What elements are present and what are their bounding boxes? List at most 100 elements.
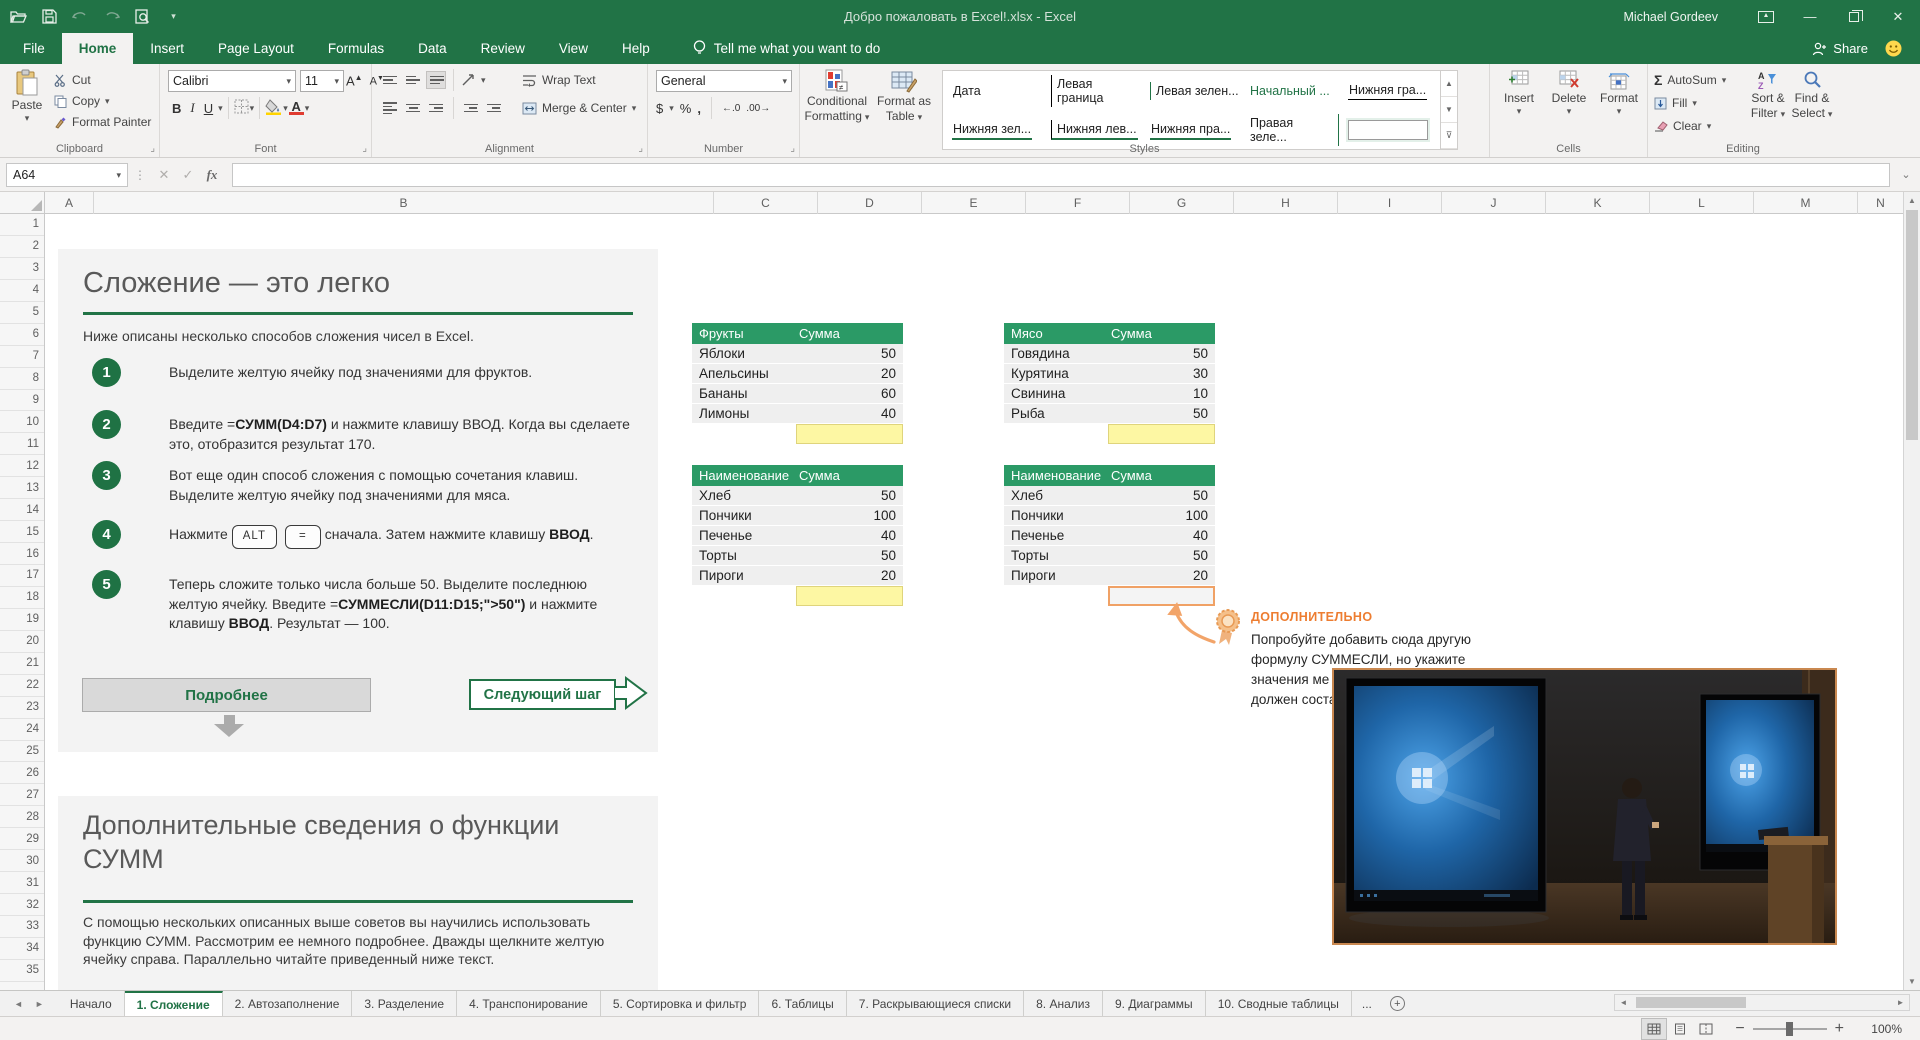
- column-header[interactable]: K: [1546, 192, 1650, 214]
- ribbon-display-options-button[interactable]: [1744, 0, 1788, 33]
- paste-button[interactable]: Paste ▾: [6, 69, 48, 122]
- row-header[interactable]: 31: [0, 872, 44, 894]
- embedded-video-player[interactable]: [1332, 668, 1837, 945]
- row-header[interactable]: 13: [0, 477, 44, 499]
- sheet-tab[interactable]: 1. Сложение: [125, 991, 223, 1016]
- increase-indent-icon[interactable]: [484, 99, 504, 117]
- ribbon-tab[interactable]: Home: [62, 33, 134, 64]
- italic-button[interactable]: I: [186, 98, 198, 118]
- format-cells-button[interactable]: Format ▾: [1596, 70, 1642, 115]
- sheet-tab[interactable]: 2. Автозаполнение: [223, 991, 353, 1016]
- row-header[interactable]: 29: [0, 828, 44, 850]
- row-header[interactable]: 15: [0, 521, 44, 543]
- sheet-tab[interactable]: 7. Раскрывающиеся списки: [847, 991, 1024, 1016]
- row-header[interactable]: 32: [0, 894, 44, 916]
- zoom-out-icon[interactable]: −: [1735, 1020, 1744, 1038]
- sheet-tab[interactable]: 10. Сводные таблицы: [1206, 991, 1352, 1016]
- column-header[interactable]: B: [94, 192, 714, 214]
- row-header[interactable]: 33: [0, 916, 44, 938]
- format-painter-button[interactable]: Format Painter: [54, 112, 151, 132]
- column-header[interactable]: A: [45, 192, 94, 214]
- column-header[interactable]: G: [1130, 192, 1234, 214]
- sheet-tab[interactable]: Начало: [58, 991, 125, 1016]
- clear-button[interactable]: Clear ▾: [1654, 116, 1711, 136]
- row-header[interactable]: 10: [0, 411, 44, 433]
- sheet-tab[interactable]: 9. Диаграммы: [1103, 991, 1206, 1016]
- row-header[interactable]: 18: [0, 587, 44, 609]
- restore-button[interactable]: [1832, 0, 1876, 33]
- font-color-button[interactable]: A: [289, 101, 304, 115]
- column-header[interactable]: I: [1338, 192, 1442, 214]
- gallery-scroll-up[interactable]: ▲: [1441, 71, 1457, 97]
- font-dialog-launcher[interactable]: ⌟: [362, 143, 367, 154]
- row-header[interactable]: 34: [0, 938, 44, 960]
- row-header[interactable]: 21: [0, 653, 44, 675]
- scroll-up-icon[interactable]: ▲: [1904, 192, 1920, 209]
- page-layout-view-button[interactable]: [1667, 1018, 1693, 1040]
- table-row[interactable]: Торты50: [692, 546, 903, 566]
- wrap-text-button[interactable]: Wrap Text: [522, 70, 596, 90]
- enter-entry-icon[interactable]: ✓: [176, 167, 200, 183]
- hscroll-track[interactable]: [1632, 995, 1892, 1010]
- ribbon-tab[interactable]: Data: [401, 33, 464, 64]
- column-header[interactable]: M: [1754, 192, 1858, 214]
- row-header[interactable]: 3: [0, 258, 44, 280]
- orientation-dropdown-icon[interactable]: ▾: [481, 76, 486, 84]
- orientation-button[interactable]: [461, 70, 478, 90]
- align-middle-icon[interactable]: [403, 71, 423, 89]
- table-row[interactable]: Печенье40: [692, 526, 903, 546]
- row-header[interactable]: 8: [0, 368, 44, 390]
- ribbon-tab[interactable]: Help: [605, 33, 667, 64]
- decrease-indent-icon[interactable]: [461, 99, 481, 117]
- column-header[interactable]: J: [1442, 192, 1546, 214]
- table-row[interactable]: Бананы60: [692, 384, 903, 404]
- row-header[interactable]: 30: [0, 850, 44, 872]
- column-header[interactable]: F: [1026, 192, 1130, 214]
- style-chip[interactable]: Левая зелен...: [1141, 71, 1240, 110]
- table-row[interactable]: Апельсины20: [692, 364, 903, 384]
- align-center-icon[interactable]: [403, 99, 423, 117]
- currency-dropdown-icon[interactable]: ▾: [669, 104, 674, 112]
- row-header[interactable]: 16: [0, 543, 44, 565]
- formula-input[interactable]: [232, 163, 1890, 187]
- scroll-down-icon[interactable]: ▼: [1904, 973, 1920, 990]
- normal-view-button[interactable]: [1641, 1018, 1667, 1040]
- style-chip[interactable]: Нижняя гра...: [1339, 71, 1438, 110]
- row-header[interactable]: 12: [0, 455, 44, 477]
- table-row[interactable]: Лимоны40: [692, 404, 903, 424]
- row-header[interactable]: 27: [0, 784, 44, 806]
- decrease-decimal-button[interactable]: .00→: [746, 103, 770, 114]
- column-header[interactable]: D: [818, 192, 922, 214]
- table-row[interactable]: Хлеб50: [1004, 486, 1215, 506]
- sheet-tab[interactable]: 4. Транспонирование: [457, 991, 601, 1016]
- find-select-button[interactable]: Find & Select▾: [1790, 70, 1834, 120]
- column-header[interactable]: L: [1650, 192, 1754, 214]
- row-header[interactable]: 14: [0, 499, 44, 521]
- sheet-tab[interactable]: 5. Сортировка и фильтр: [601, 991, 760, 1016]
- share-button[interactable]: Share: [1812, 33, 1868, 64]
- row-header[interactable]: 17: [0, 565, 44, 587]
- autosum-button[interactable]: Σ AutoSum ▾: [1654, 70, 1726, 90]
- feedback-smiley-icon[interactable]: [1885, 40, 1902, 57]
- insert-function-icon[interactable]: fx: [200, 167, 224, 183]
- user-name[interactable]: Michael Gordeev: [1624, 10, 1719, 24]
- currency-button[interactable]: $: [656, 101, 663, 116]
- comma-button[interactable]: ,: [697, 101, 701, 116]
- table-row[interactable]: Говядина50: [1004, 344, 1215, 364]
- borders-button[interactable]: [234, 99, 249, 117]
- copy-button[interactable]: Copy ▾: [54, 91, 110, 111]
- page-break-view-button[interactable]: [1693, 1018, 1719, 1040]
- table-row[interactable]: Пончики100: [692, 506, 903, 526]
- ribbon-tab[interactable]: Page Layout: [201, 33, 311, 64]
- expand-formula-bar-icon[interactable]: ⌄: [1896, 168, 1916, 181]
- delete-cells-button[interactable]: Delete ▾: [1546, 70, 1592, 115]
- minimize-button[interactable]: —: [1788, 0, 1832, 33]
- ribbon-tab[interactable]: File: [6, 33, 62, 64]
- column-header[interactable]: C: [714, 192, 818, 214]
- percent-button[interactable]: %: [680, 101, 692, 116]
- table-row[interactable]: Пироги20: [1004, 566, 1215, 586]
- row-header[interactable]: 19: [0, 609, 44, 631]
- sort-filter-button[interactable]: AZ Sort & Filter▾: [1746, 70, 1790, 120]
- format-as-table-button[interactable]: Format as Table▾: [872, 69, 936, 123]
- underline-button[interactable]: U: [200, 99, 217, 118]
